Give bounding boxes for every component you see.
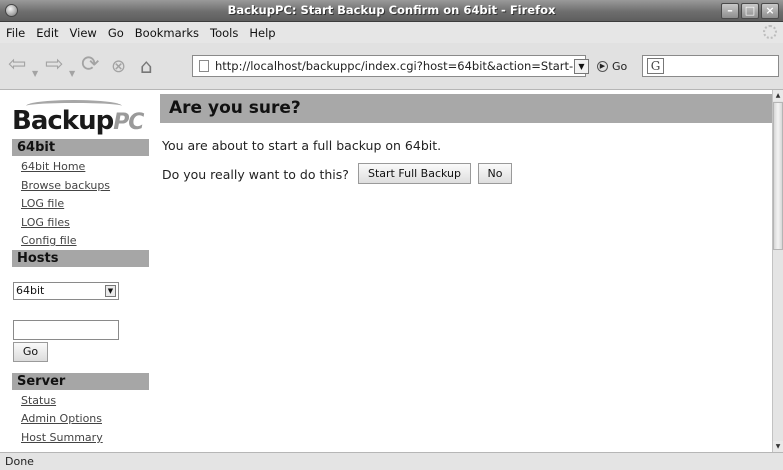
menu-bar: File Edit View Go Bookmarks Tools Help: [0, 22, 783, 43]
no-button[interactable]: No: [478, 163, 512, 184]
vertical-scrollbar[interactable]: ▲ ▼: [772, 90, 783, 452]
host-search-input[interactable]: [13, 320, 119, 340]
menu-help[interactable]: Help: [249, 26, 275, 40]
throbber-icon: [763, 25, 777, 39]
status-bar: Done: [0, 452, 783, 470]
sidebar-link-host-summary[interactable]: Host Summary: [21, 431, 103, 444]
window-titlebar: BackupPC: Start Backup Confirm on 64bit …: [0, 0, 783, 22]
menu-file[interactable]: File: [6, 26, 25, 40]
main-panel: Are you sure? You are about to start a f…: [160, 94, 772, 184]
forward-arrow-icon[interactable]: ⇨: [45, 54, 63, 76]
scroll-down-icon[interactable]: ▼: [773, 441, 783, 452]
scrollbar-thumb[interactable]: [773, 102, 783, 250]
home-icon[interactable]: ⌂: [140, 55, 153, 77]
address-bar[interactable]: [192, 55, 586, 77]
sidebar-link-admin-options[interactable]: Admin Options: [21, 412, 102, 425]
confirm-question: Do you really want to do this?: [162, 167, 349, 182]
backuppc-logo[interactable]: BackupPC: [12, 96, 150, 140]
sidebar-link-browse-backups[interactable]: Browse backups: [21, 179, 110, 192]
host-go-button[interactable]: Go: [13, 342, 48, 362]
page-heading: Are you sure?: [160, 94, 772, 123]
window-controls: – □ ×: [721, 3, 779, 19]
reload-icon[interactable]: ⟳: [81, 54, 99, 76]
sidebar-host-header: 64bit: [12, 139, 149, 156]
search-engine-icon[interactable]: G: [647, 58, 664, 74]
host-select-value: 64bit: [16, 284, 45, 297]
host-select[interactable]: 64bit ▼: [13, 282, 119, 300]
navigation-toolbar: ⇦ ▼ ⇨ ▼ ⟳ ⊗ ⌂ ▼ ▶ Go G: [0, 43, 783, 90]
scroll-up-icon[interactable]: ▲: [773, 90, 783, 101]
back-arrow-icon[interactable]: ⇦: [8, 54, 26, 76]
go-label: Go: [612, 60, 628, 73]
confirm-message: You are about to start a full backup on …: [162, 138, 442, 153]
close-icon[interactable]: ×: [761, 3, 779, 19]
forward-dropdown-icon[interactable]: ▼: [69, 63, 75, 85]
sidebar-link-log-files[interactable]: LOG files: [21, 216, 70, 229]
window-title: BackupPC: Start Backup Confirm on 64bit …: [227, 3, 556, 17]
maximize-icon[interactable]: □: [741, 3, 759, 19]
logo-main-text: Backup: [12, 106, 114, 136]
url-input[interactable]: [215, 59, 575, 73]
sidebar-hosts-header: Hosts: [12, 250, 149, 267]
page-icon: [199, 60, 209, 72]
go-button[interactable]: ▶ Go: [597, 60, 627, 73]
menu-view[interactable]: View: [70, 26, 97, 40]
stop-icon[interactable]: ⊗: [111, 56, 126, 78]
status-text: Done: [5, 455, 34, 468]
menu-tools[interactable]: Tools: [210, 26, 238, 40]
search-box[interactable]: G: [642, 55, 779, 77]
back-dropdown-icon[interactable]: ▼: [32, 63, 38, 85]
sidebar-server-header: Server: [12, 373, 149, 390]
go-arrow-icon: ▶: [597, 61, 608, 72]
start-full-backup-button[interactable]: Start Full Backup: [358, 163, 471, 184]
menu-go[interactable]: Go: [108, 26, 124, 40]
logo-suffix-text: PC: [113, 110, 144, 135]
url-history-dropdown-icon[interactable]: ▼: [574, 59, 589, 74]
sidebar-link-status[interactable]: Status: [21, 394, 56, 407]
menu-edit[interactable]: Edit: [36, 26, 58, 40]
sidebar-link-config-file[interactable]: Config file: [21, 234, 77, 247]
sidebar-link-host-home[interactable]: 64bit Home: [21, 160, 85, 173]
minimize-icon[interactable]: –: [721, 3, 739, 19]
menu-bookmarks[interactable]: Bookmarks: [135, 26, 199, 40]
chevron-down-icon[interactable]: ▼: [105, 285, 116, 297]
page-content: BackupPC 64bit 64bit Home Browse backups…: [0, 90, 772, 452]
sidebar-link-log-file[interactable]: LOG file: [21, 197, 64, 210]
